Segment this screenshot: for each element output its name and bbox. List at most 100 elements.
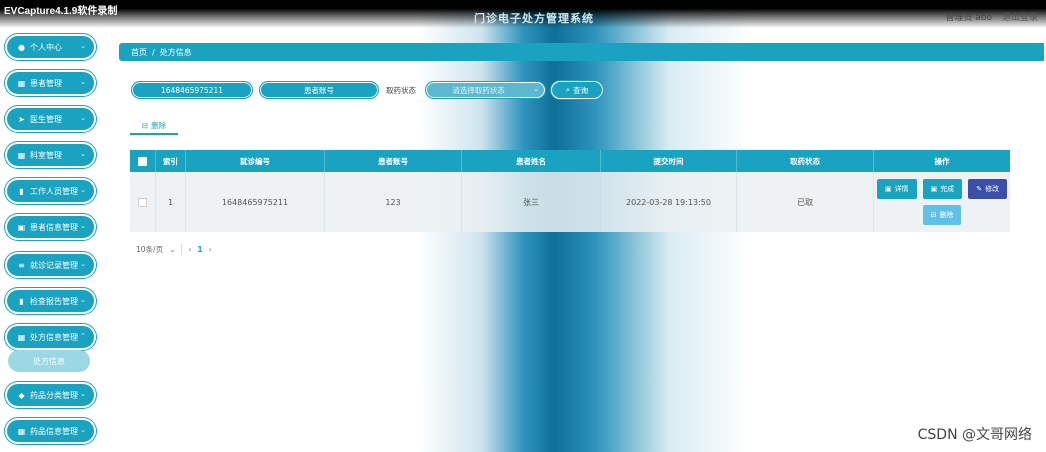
chevron-down-icon: ⌄ <box>80 296 86 304</box>
row-delete-button[interactable]: ⊟ 删除 <box>922 205 962 225</box>
sidebar-item-patient-management[interactable]: ▦ 患者管理 ⌄ <box>5 70 96 96</box>
recorder-label: EVCapture4.1.9软件录制 <box>4 6 118 17</box>
select-all-cell <box>130 150 156 172</box>
sidebar-item-label: 医生管理 <box>30 114 62 124</box>
user-label: 管理员 abo <box>945 13 992 23</box>
chevron-down-icon: ⌄ <box>80 222 86 230</box>
grid-icon: ▦ <box>17 78 26 88</box>
row-select-cell <box>130 172 156 232</box>
batch-delete-button[interactable]: ⊟ 删除 <box>130 117 178 135</box>
complete-button[interactable]: ▣ 完成 <box>922 179 963 199</box>
header-fetch-status: 取药状态 <box>737 150 874 172</box>
detail-button[interactable]: ▣ 详情 <box>876 179 917 199</box>
chevron-down-icon: ⌄ <box>533 85 539 93</box>
file-icon: ▣ <box>17 222 26 232</box>
sidebar-item-label: 个人中心 <box>30 42 62 52</box>
fetch-status-placeholder: 请选择取药状态 <box>452 85 505 95</box>
sidebar-item-doctor-management[interactable]: ➤ 医生管理 ⌄ <box>5 106 96 132</box>
next-page-button[interactable]: › <box>209 245 212 254</box>
header-index: 索引 <box>156 150 186 172</box>
page-number[interactable]: 1 <box>197 245 202 254</box>
detail-label: 详情 <box>894 185 909 193</box>
prev-page-button[interactable]: ‹ <box>188 245 191 254</box>
header-patient-account: 患者账号 <box>325 150 462 172</box>
header-visit-no: 就诊编号 <box>186 150 325 172</box>
system-title: 门诊电子处方管理系统 <box>474 12 594 25</box>
sidebar-item-drug-category-management[interactable]: ◆ 药品分类管理 ⌄ <box>5 382 96 408</box>
watermark: CSDN @文哥网络 <box>917 427 1032 443</box>
logout-link[interactable]: 退出登录 <box>1002 10 1038 23</box>
breadcrumb-separator: / <box>152 47 155 57</box>
cell-patient-name: 张三 <box>462 172 601 232</box>
chevron-down-icon: ⌄ <box>80 150 86 158</box>
page-size-label: 10条/页 <box>136 245 164 254</box>
sidebar: ● 个人中心 ⌄ ▦ 患者管理 ⌄ ➤ 医生管理 ⌄ ▦ 科室管理 ⌄ ▮ 工作… <box>0 30 104 452</box>
pagination: 10条/页 ⌄ ‹ 1 › <box>136 244 212 255</box>
sidebar-item-exam-report-management[interactable]: ▮ 检查报告管理 ⌄ <box>5 288 96 314</box>
chevron-down-icon: ⌄ <box>169 245 176 254</box>
fetch-status-label: 取药状态 <box>386 86 416 95</box>
sidebar-item-drug-info-management[interactable]: ▦ 药品信息管理 ⌄ <box>5 418 96 444</box>
page-size-select[interactable]: 10条/页 ⌄ <box>136 244 183 255</box>
sidebar-item-label: 检查报告管理 <box>30 296 78 306</box>
sidebar-item-label: 患者信息管理 <box>30 222 78 232</box>
sidebar-item-staff-management[interactable]: ▮ 工作人员管理 ⌄ <box>5 178 96 204</box>
prescription-table: 索引 就诊编号 患者账号 患者姓名 提交时间 取药状态 操作 1 1648465… <box>130 150 1010 232</box>
delete-label: 删除 <box>151 120 167 130</box>
cell-submit-time: 2022-03-28 19:13:50 <box>601 172 737 232</box>
query-label: 查询 <box>573 85 589 95</box>
chevron-down-icon: ⌄ <box>80 114 86 122</box>
sidebar-item-patient-info-management[interactable]: ▣ 患者信息管理 ⌄ <box>5 214 96 240</box>
detail-icon: ▣ <box>884 185 892 193</box>
chevron-down-icon: ⌄ <box>80 260 86 268</box>
cell-operations: ▣ 详情 ▣ 完成 ✎ 修改 ⊟ 删除 <box>874 172 1010 232</box>
query-button[interactable]: ⌕ 查询 <box>551 81 603 99</box>
sidebar-item-department-management[interactable]: ▦ 科室管理 ⌄ <box>5 142 96 168</box>
row-checkbox[interactable] <box>138 197 147 207</box>
user-icon: ● <box>18 42 25 52</box>
select-all-checkbox[interactable] <box>138 156 147 166</box>
cell-fetch-status: 已取 <box>737 172 874 232</box>
cell-index: 1 <box>156 172 186 232</box>
trash-icon: ⊟ <box>930 211 937 219</box>
grid-icon: ▦ <box>17 150 26 160</box>
sidebar-item-label: 就诊记录管理 <box>30 260 78 270</box>
chart-icon: ▮ <box>19 296 24 306</box>
sidebar-item-personal-center[interactable]: ● 个人中心 ⌄ <box>5 34 96 60</box>
header-patient-name: 患者姓名 <box>462 150 601 172</box>
sidebar-item-label: 药品分类管理 <box>30 390 78 400</box>
sidebar-item-visit-record-management[interactable]: ≡ 就诊记录管理 ⌄ <box>5 252 96 278</box>
prescription-no-input[interactable]: 1648465975211 <box>131 81 253 99</box>
cell-visit-no: 1648465975211 <box>186 172 325 232</box>
table-row: 1 1648465975211 123 张三 2022-03-28 19:13:… <box>130 172 1010 232</box>
breadcrumb-home[interactable]: 首页 <box>131 47 147 58</box>
sidebar-item-label: 药品信息管理 <box>30 426 78 436</box>
sidebar-item-label: 处方信息管理 <box>30 332 78 342</box>
fetch-status-select[interactable]: 请选择取药状态 ⌄ <box>425 81 546 99</box>
breadcrumb: 首页 / 处方信息 <box>119 43 1044 61</box>
complete-label: 完成 <box>940 185 955 193</box>
list-icon: ≡ <box>18 260 25 270</box>
chevron-down-icon: ⌄ <box>80 78 86 86</box>
grid-icon: ▦ <box>17 332 26 342</box>
sidebar-item-prescription-management[interactable]: ▦ 处方信息管理 ⌃ <box>5 324 96 350</box>
pencil-icon: ✎ <box>976 185 983 193</box>
complete-icon: ▣ <box>930 185 938 193</box>
chevron-down-icon: ⌄ <box>80 42 86 50</box>
cell-patient-account: 123 <box>325 172 462 232</box>
edit-button[interactable]: ✎ 修改 <box>968 179 1008 199</box>
header-operations: 操作 <box>934 156 950 166</box>
book-icon: ▮ <box>19 186 24 196</box>
sidebar-item-label: 科室管理 <box>30 150 62 160</box>
patient-account-input[interactable]: 患者账号 <box>259 81 379 99</box>
sidebar-item-label: 工作人员管理 <box>30 186 78 196</box>
row-delete-label: 删除 <box>939 211 954 219</box>
thumb-icon: ◆ <box>18 390 25 400</box>
header-submit-time: 提交时间 <box>601 150 737 172</box>
edit-label: 修改 <box>985 185 1000 193</box>
chevron-down-icon: ⌄ <box>80 426 86 434</box>
sidebar-subitem-prescription-info[interactable]: 处方信息 <box>8 350 90 372</box>
chevron-down-icon: ⌄ <box>80 390 86 398</box>
user-info: 管理员 abo 退出登录 <box>945 10 1038 23</box>
chevron-up-icon: ⌃ <box>80 332 86 340</box>
